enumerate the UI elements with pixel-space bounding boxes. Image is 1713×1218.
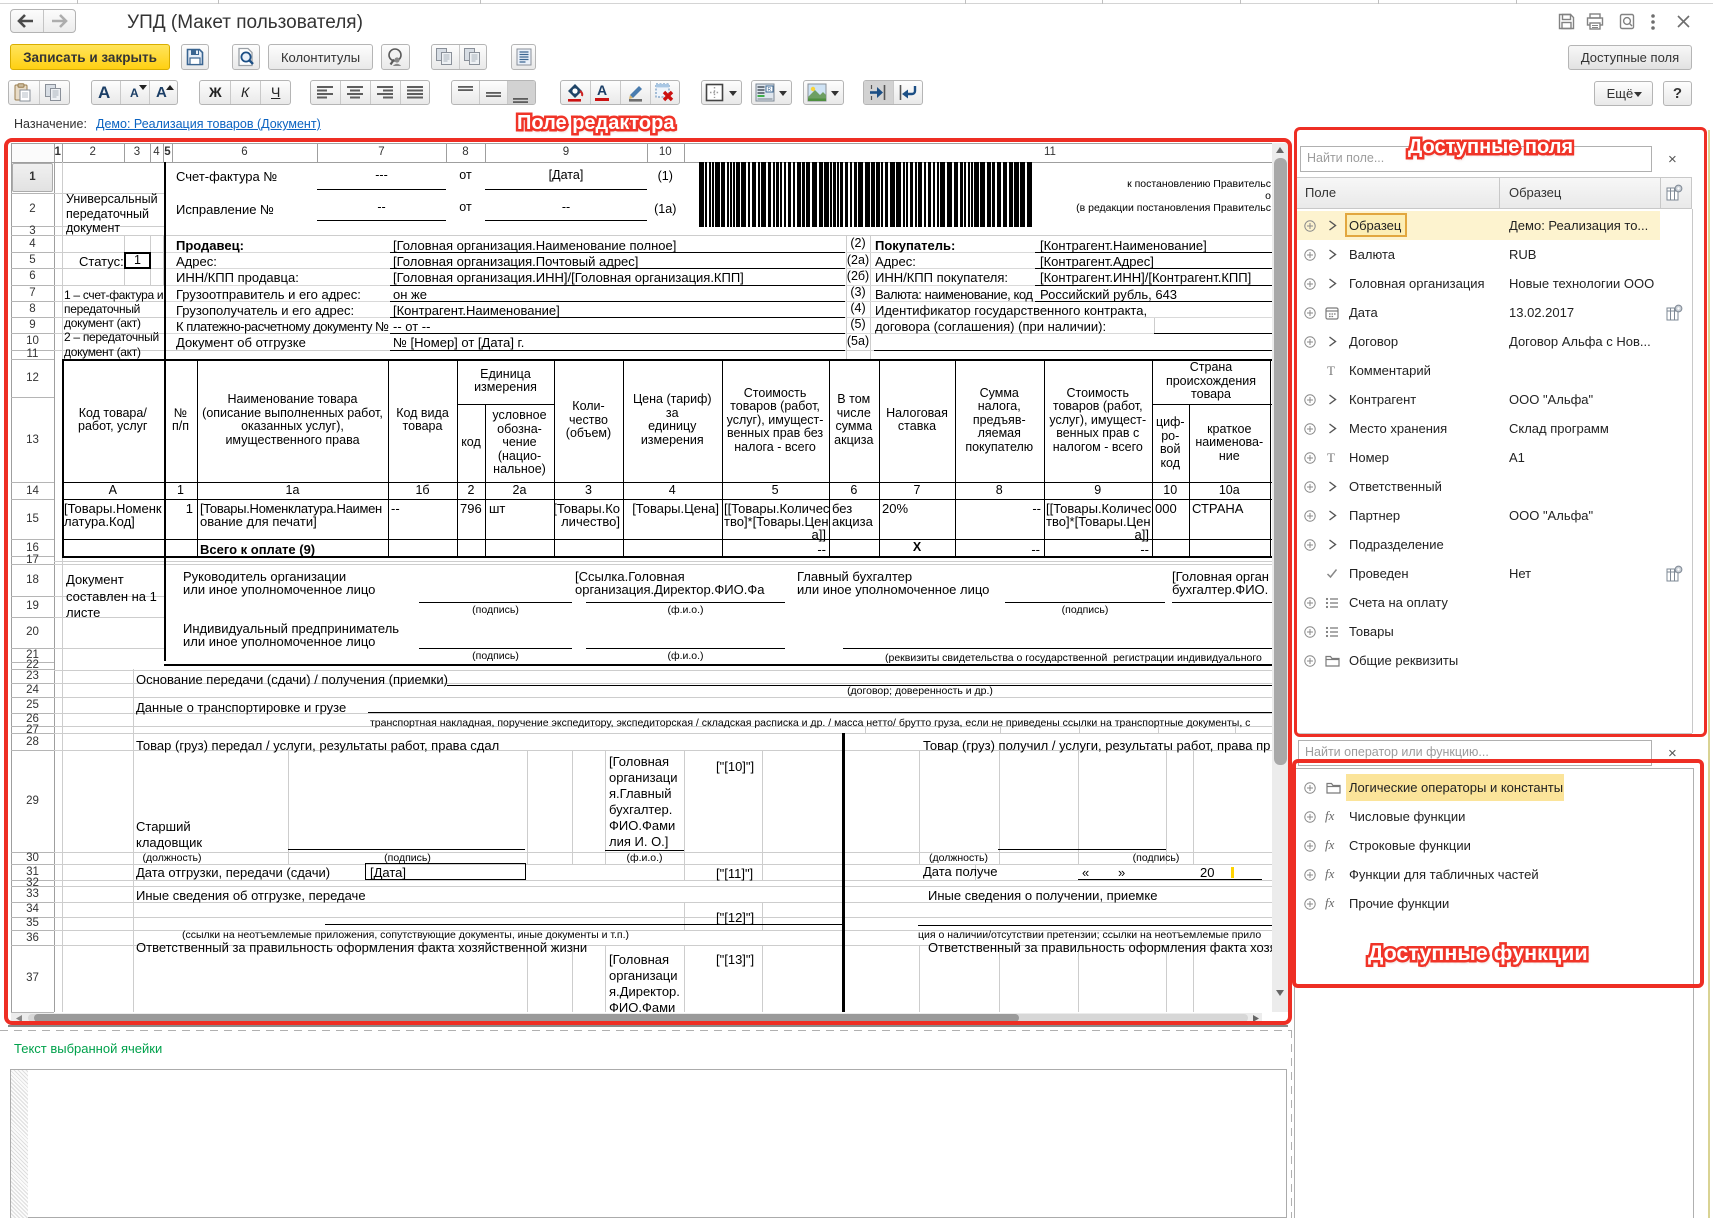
svg-text:R: R [768,87,772,93]
